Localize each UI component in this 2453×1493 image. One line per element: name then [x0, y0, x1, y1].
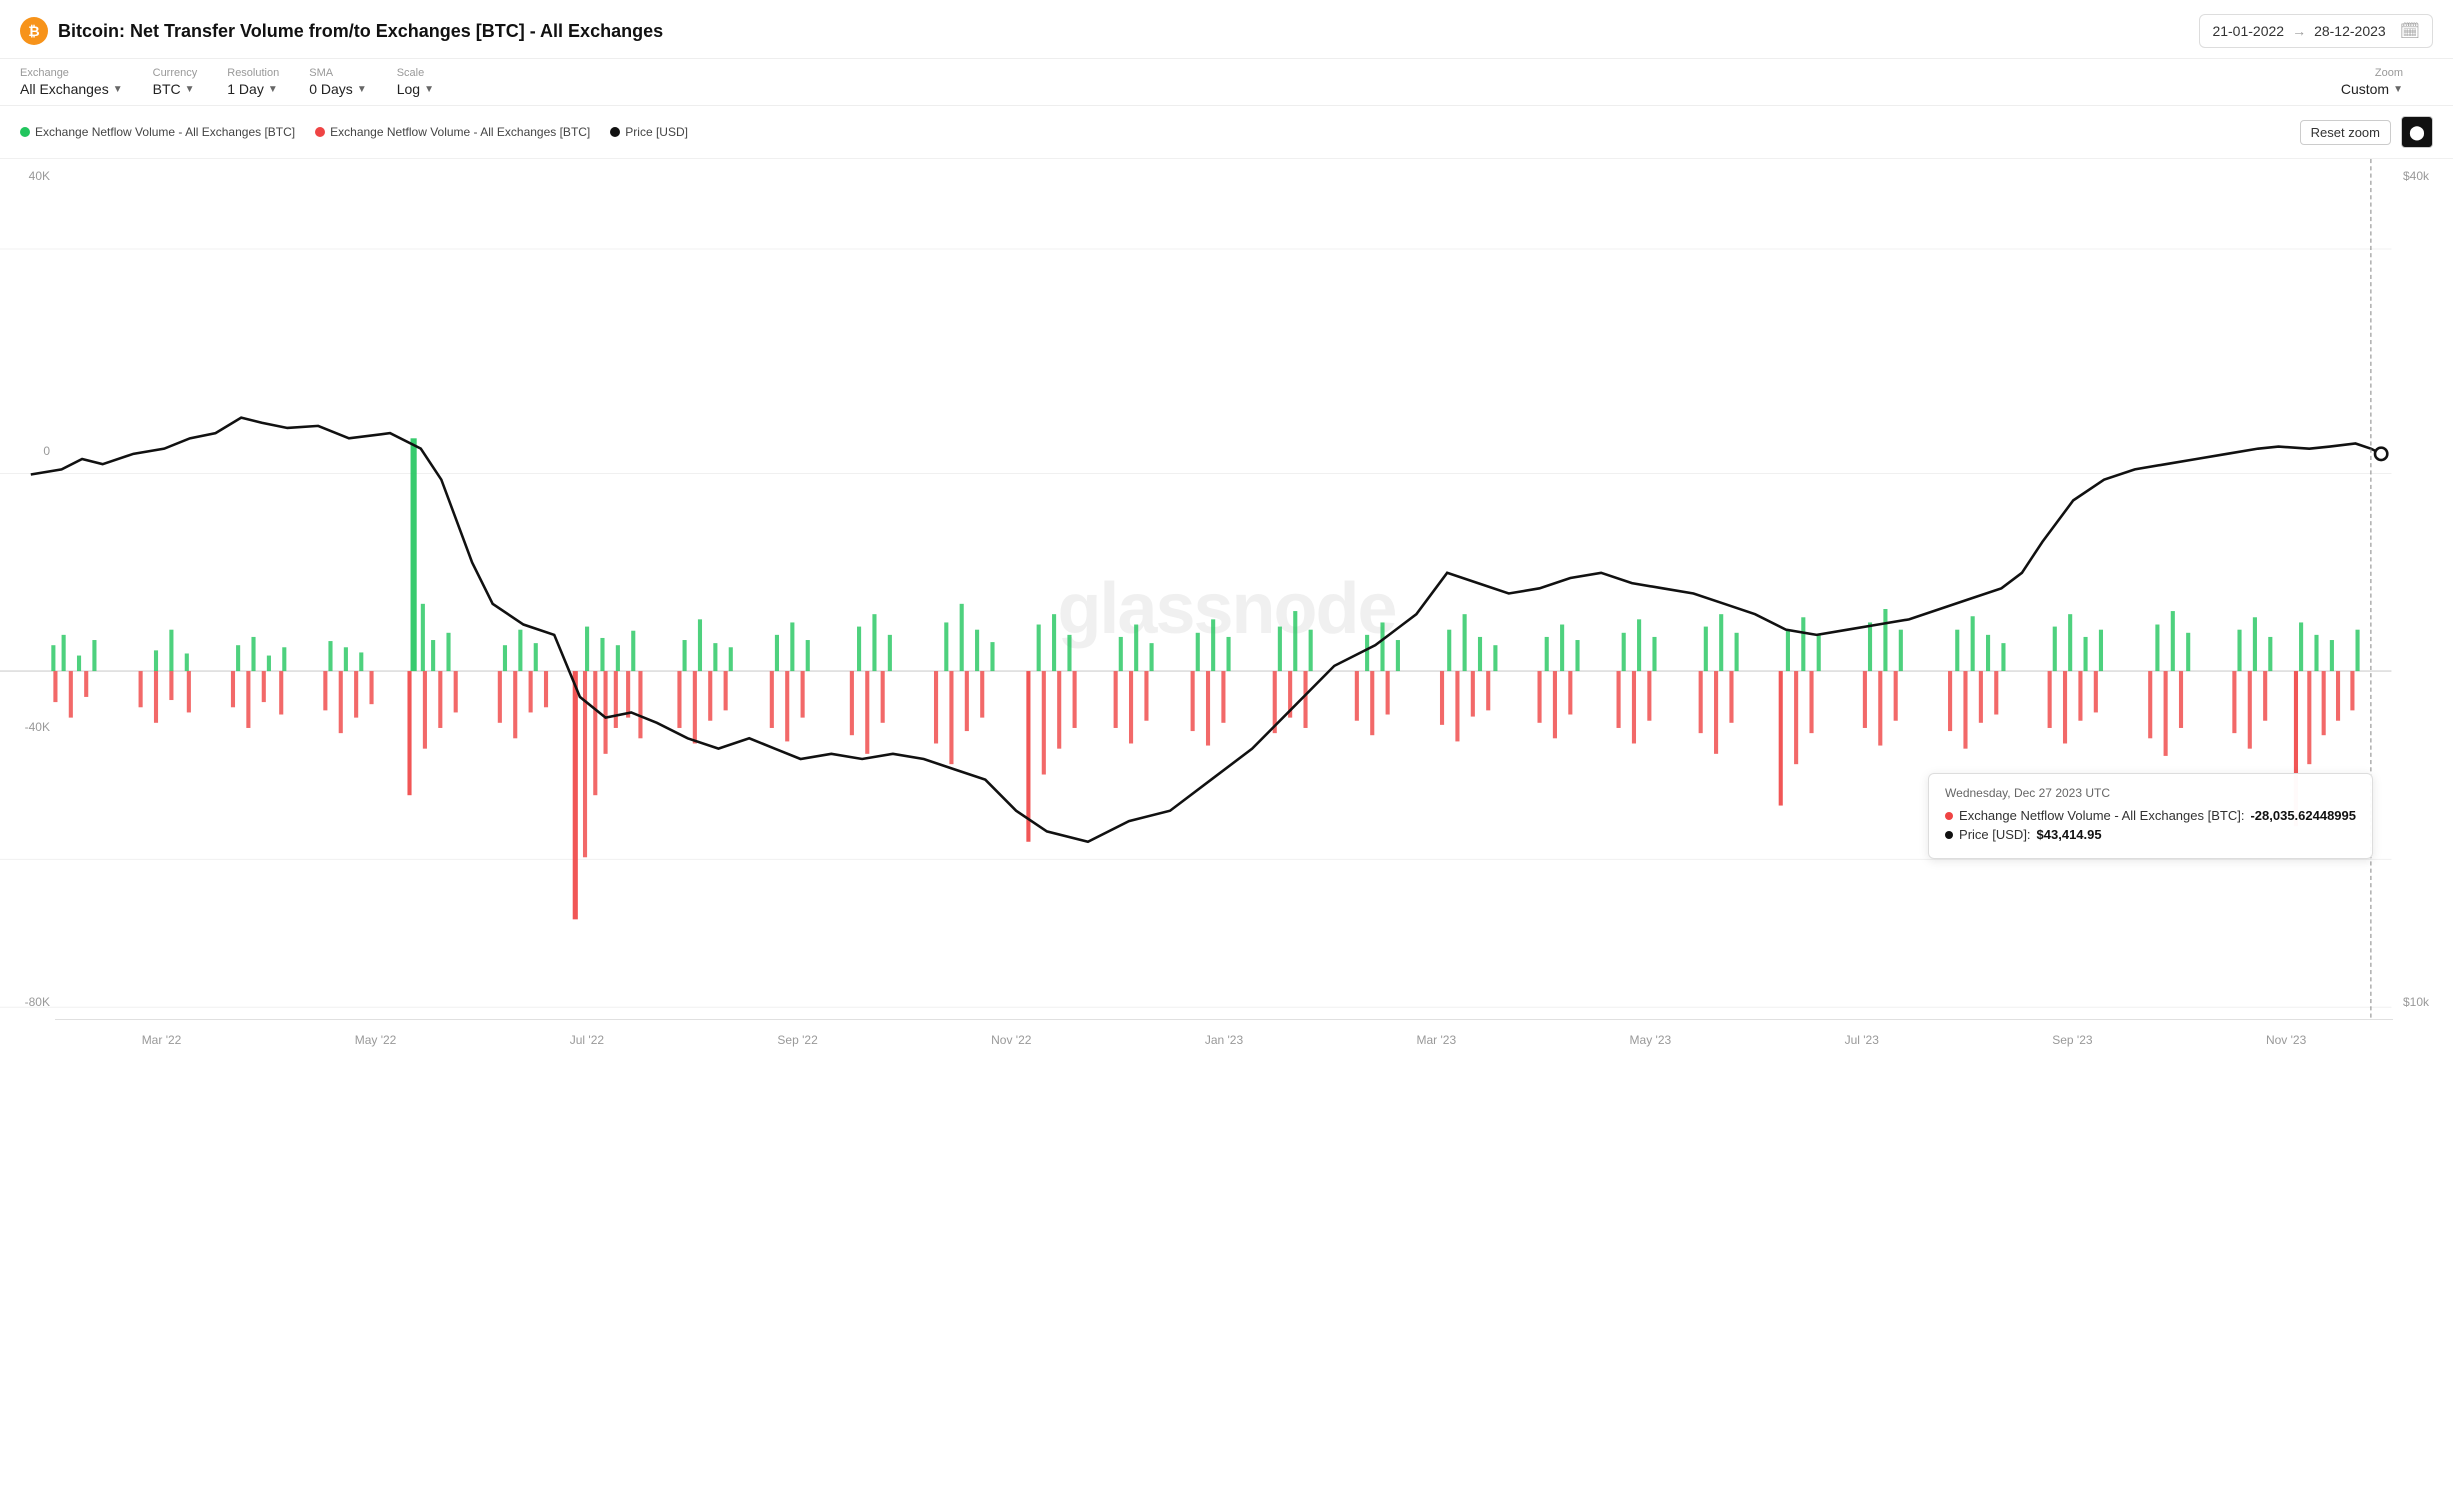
tooltip-label-netflow: Exchange Netflow Volume - All Exchanges … [1959, 808, 2244, 823]
x-label-may23: May '23 [1630, 1033, 1672, 1047]
scale-dropdown[interactable]: Log ▼ [397, 81, 434, 97]
camera-icon: ⬤ [2409, 124, 2425, 141]
chart-title: Bitcoin: Net Transfer Volume from/to Exc… [58, 21, 663, 42]
x-label-jan23: Jan '23 [1205, 1033, 1243, 1047]
chevron-down-icon: ▼ [268, 84, 278, 95]
chevron-down-icon: ▼ [424, 84, 434, 95]
tooltip-dot-black [1945, 831, 1953, 839]
tooltip-value-price: $43,414.95 [2037, 827, 2102, 842]
x-label-jul22: Jul '22 [570, 1033, 604, 1047]
x-label-nov23: Nov '23 [2266, 1033, 2306, 1047]
legend-label-green: Exchange Netflow Volume - All Exchanges … [35, 125, 295, 139]
page-header: ₿ Bitcoin: Net Transfer Volume from/to E… [0, 0, 2453, 59]
legend-item-price: Price [USD] [610, 125, 688, 139]
x-label-mar22: Mar '22 [142, 1033, 182, 1047]
chart-svg [0, 159, 2453, 1059]
exchange-control: Exchange All Exchanges ▼ [20, 67, 123, 97]
calendar-icon[interactable]: 🗓 [2400, 21, 2420, 41]
x-label-nov22: Nov '22 [991, 1033, 1031, 1047]
sma-dropdown[interactable]: 0 Days ▼ [309, 81, 366, 97]
y-axis-right: $40k $10k [2398, 159, 2453, 1019]
resolution-dropdown[interactable]: 1 Day ▼ [227, 81, 279, 97]
y-label-40k: 40K [5, 169, 50, 183]
legend-dot-red [315, 127, 325, 137]
legend-label-red: Exchange Netflow Volume - All Exchanges … [330, 125, 590, 139]
legend-dot-green [20, 127, 30, 137]
date-start: 21-01-2022 [2212, 23, 2284, 39]
y-label-0: 0 [5, 444, 50, 458]
legend-item-green: Exchange Netflow Volume - All Exchanges … [20, 125, 295, 139]
legend-actions: Reset zoom ⬤ [2300, 116, 2433, 148]
scale-label: Scale [397, 67, 434, 79]
sma-label: SMA [309, 67, 366, 79]
scale-control: Scale Log ▼ [397, 67, 434, 97]
x-label-mar23: Mar '23 [1417, 1033, 1457, 1047]
title-section: ₿ Bitcoin: Net Transfer Volume from/to E… [20, 17, 663, 45]
date-arrow: → [2292, 23, 2306, 39]
chart-legend: Exchange Netflow Volume - All Exchanges … [0, 106, 2453, 159]
x-label-jul23: Jul '23 [1845, 1033, 1879, 1047]
tooltip-row-price: Price [USD]: $43,414.95 [1945, 827, 2356, 842]
currency-dropdown[interactable]: BTC ▼ [153, 81, 198, 97]
y-label-40k-usd: $40k [2403, 169, 2448, 183]
y-label-neg80k: -80K [5, 995, 50, 1009]
y-axis-left: 40K 0 -40K -80K [0, 159, 55, 1019]
tooltip-date: Wednesday, Dec 27 2023 UTC [1945, 786, 2356, 800]
legend-item-red: Exchange Netflow Volume - All Exchanges … [315, 125, 590, 139]
bitcoin-icon: ₿ [20, 17, 48, 45]
currency-control: Currency BTC ▼ [153, 67, 198, 97]
y-label-10k-usd: $10k [2403, 995, 2448, 1009]
x-label-sep22: Sep '22 [777, 1033, 817, 1047]
x-label-sep23: Sep '23 [2052, 1033, 2092, 1047]
exchange-label: Exchange [20, 67, 123, 79]
chevron-down-icon: ▼ [113, 84, 123, 95]
currency-label: Currency [153, 67, 198, 79]
resolution-label: Resolution [227, 67, 279, 79]
chevron-down-icon: ▼ [357, 84, 367, 95]
chart-tooltip: Wednesday, Dec 27 2023 UTC Exchange Netf… [1928, 773, 2373, 859]
tooltip-value-netflow: -28,035.62448995 [2250, 808, 2356, 823]
chevron-down-icon: ▼ [2393, 84, 2403, 95]
chevron-down-icon: ▼ [185, 84, 195, 95]
chart-container[interactable]: glassnode [0, 159, 2453, 1059]
date-range-picker[interactable]: 21-01-2022 → 28-12-2023 🗓 [2199, 14, 2433, 48]
camera-button[interactable]: ⬤ [2401, 116, 2433, 148]
resolution-control: Resolution 1 Day ▼ [227, 67, 279, 97]
date-end: 28-12-2023 [2314, 23, 2386, 39]
exchange-dropdown[interactable]: All Exchanges ▼ [20, 81, 123, 97]
sma-control: SMA 0 Days ▼ [309, 67, 366, 97]
zoom-control: Zoom Custom ▼ [2341, 67, 2403, 97]
tooltip-dot-red [1945, 812, 1953, 820]
chart-controls: Exchange All Exchanges ▼ Currency BTC ▼ … [0, 59, 2453, 106]
legend-dot-black [610, 127, 620, 137]
zoom-dropdown[interactable]: Custom ▼ [2341, 81, 2403, 97]
y-label-neg40k: -40K [5, 720, 50, 734]
reset-zoom-button[interactable]: Reset zoom [2300, 120, 2391, 145]
tooltip-label-price: Price [USD]: [1959, 827, 2031, 842]
legend-label-price: Price [USD] [625, 125, 688, 139]
x-label-may22: May '22 [355, 1033, 397, 1047]
x-axis: Mar '22 May '22 Jul '22 Sep '22 Nov '22 … [55, 1019, 2393, 1059]
zoom-label: Zoom [2375, 67, 2403, 79]
tooltip-row-netflow: Exchange Netflow Volume - All Exchanges … [1945, 808, 2356, 823]
